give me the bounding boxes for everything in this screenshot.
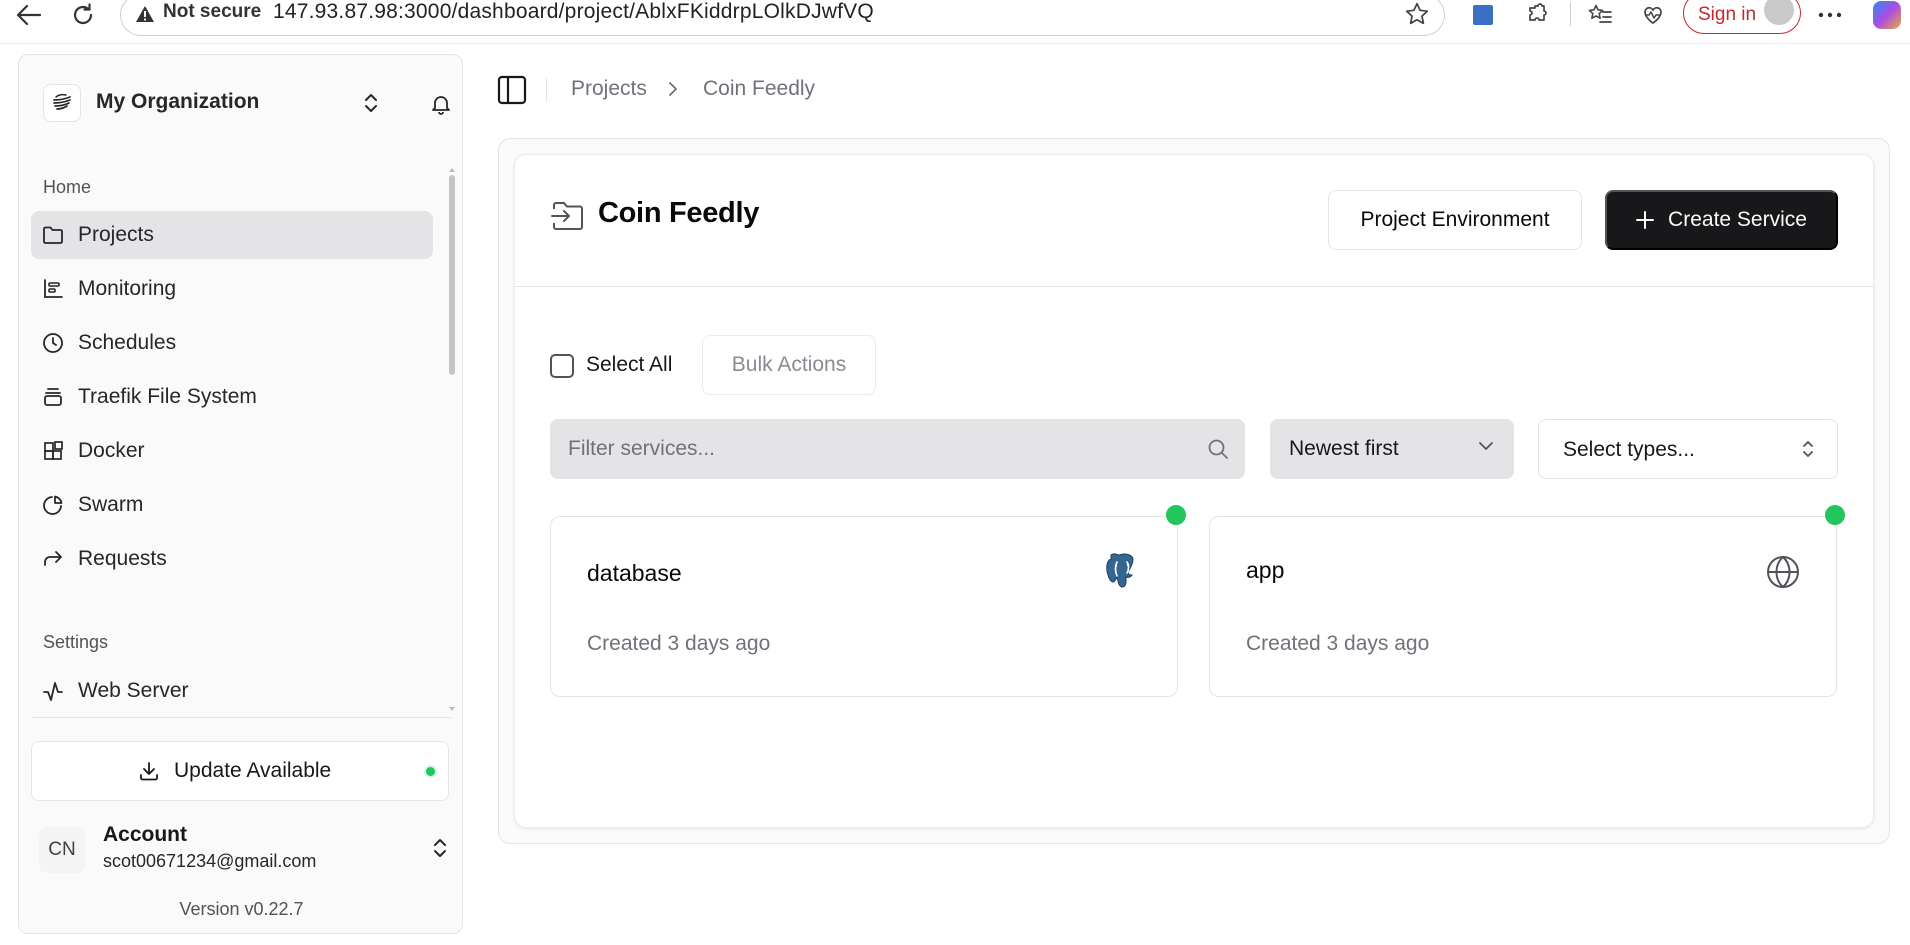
service-name: database (587, 560, 682, 586)
project-environment-button[interactable]: Project Environment (1328, 190, 1582, 250)
address-bar[interactable]: Not secure 147.93.87.98:3000/dashboard/p… (120, 0, 1445, 36)
refresh-icon[interactable] (70, 2, 96, 28)
blocks-icon (42, 440, 64, 462)
download-icon (138, 760, 160, 782)
folder-input-icon (551, 200, 587, 232)
pie-chart-icon (42, 494, 64, 516)
sidebar-item-label: Monitoring (78, 277, 177, 300)
select-all-checkbox[interactable] (550, 354, 574, 378)
sort-select-value: Newest first (1289, 437, 1399, 460)
bulk-actions-button[interactable]: Bulk Actions (702, 335, 876, 395)
warning-icon (135, 5, 155, 23)
account-name: Account (103, 823, 187, 846)
project-card (514, 154, 1874, 828)
not-secure-label[interactable]: Not secure (163, 1, 261, 23)
sidebar-item-label: Schedules (78, 331, 177, 354)
update-available-label: Update Available (174, 759, 332, 782)
clock-icon (42, 332, 64, 354)
sidebar-item-label: Swarm (78, 493, 144, 516)
service-name: app (1246, 557, 1285, 583)
filter-services-input[interactable] (568, 419, 1168, 479)
sidebar-item-requests[interactable]: Requests (31, 535, 433, 583)
bell-icon[interactable] (429, 92, 453, 116)
back-icon[interactable] (16, 2, 42, 28)
update-status-dot (424, 765, 437, 778)
sidebar-item-label: Requests (78, 547, 167, 570)
sign-in-button[interactable]: Sign in (1683, 0, 1801, 34)
organization-name: My Organization (96, 90, 260, 113)
sidebar-divider (31, 717, 451, 718)
sidebar-item-swarm[interactable]: Swarm (31, 481, 433, 529)
service-types-select[interactable]: Select types... (1538, 419, 1838, 479)
chevrons-up-down-icon (1803, 441, 1813, 457)
postgres-icon (1103, 553, 1141, 591)
plus-icon (1636, 211, 1655, 229)
sort-select[interactable]: Newest first (1270, 419, 1514, 479)
sidebar-item-monitoring[interactable]: Monitoring (31, 265, 433, 313)
health-heart-icon[interactable] (1638, 0, 1668, 30)
service-status-dot (1825, 505, 1845, 525)
breadcrumb-projects-link[interactable]: Projects (571, 77, 647, 101)
profile-avatar-icon (1764, 0, 1794, 25)
search-icon (1207, 438, 1229, 460)
sidebar-item-projects[interactable]: Projects (31, 211, 433, 259)
sidebar-item-schedules[interactable]: Schedules (31, 319, 433, 367)
chevron-right-icon (668, 82, 678, 96)
chevron-down-icon (1479, 442, 1493, 450)
service-types-placeholder: Select types... (1563, 438, 1695, 461)
layers-icon (42, 386, 64, 408)
forward-arrow-icon (42, 548, 64, 570)
scrollbar-thumb[interactable] (449, 175, 455, 375)
filter-services-field[interactable] (550, 419, 1245, 479)
account-email: scot00671234@gmail.com (103, 851, 317, 871)
project-title: Coin Feedly (598, 197, 760, 229)
sidebar-item-web-server[interactable]: Web Server (31, 667, 433, 715)
create-service-button[interactable]: Create Service (1605, 190, 1838, 250)
breadcrumb-current: Coin Feedly (703, 77, 816, 100)
sidebar-item-traefik-file-system[interactable]: Traefik File System (31, 373, 433, 421)
service-card-database[interactable]: database Created 3 days ago (550, 505, 1186, 697)
organization-logo-icon (43, 84, 81, 122)
service-created: Created 3 days ago (587, 632, 771, 655)
home-section-label: Home (43, 177, 92, 197)
sidebar-item-label: Web Server (78, 679, 189, 702)
copilot-icon[interactable] (1872, 0, 1902, 30)
header-divider (514, 286, 1874, 287)
sidebar-item-docker[interactable]: Docker (31, 427, 433, 475)
select-all-label[interactable]: Select All (586, 353, 672, 377)
breadcrumb-separator-line (546, 78, 547, 102)
account-menu[interactable]: CN Account scot00671234@gmail.com (39, 823, 446, 879)
chevrons-up-down-icon[interactable] (432, 837, 448, 859)
puzzle-icon[interactable] (1523, 0, 1553, 30)
avatar: CN (39, 827, 85, 873)
settings-section-label: Settings (43, 632, 109, 652)
more-options-icon[interactable] (1815, 0, 1845, 30)
sidebar: My Organization Home Projects Monitoring… (18, 54, 463, 934)
sidebar-item-label: Traefik File System (78, 385, 257, 408)
version-label: Version v0.22.7 (179, 899, 304, 919)
update-available-button[interactable]: Update Available (31, 741, 449, 801)
toolbar-divider (1570, 2, 1571, 26)
activity-icon (42, 680, 64, 702)
sign-in-label: Sign in (1698, 4, 1757, 25)
url-text[interactable]: 147.93.87.98:3000/dashboard/project/Ablx… (273, 0, 874, 24)
create-service-label: Create Service (1668, 208, 1807, 231)
extension-square-icon[interactable] (1468, 0, 1498, 30)
service-card-app[interactable]: app Created 3 days ago (1209, 505, 1845, 697)
sidebar-item-label: Docker (78, 439, 145, 462)
sidebar-toggle-icon[interactable] (497, 75, 527, 105)
sidebar-item-label: Projects (78, 223, 154, 246)
chart-icon (42, 278, 64, 300)
favorite-star-icon[interactable] (1404, 1, 1430, 27)
service-status-dot (1166, 505, 1186, 525)
sidebar-scrollbar[interactable] (448, 167, 456, 712)
favorites-icon[interactable] (1585, 0, 1615, 30)
browser-toolbar: Not secure 147.93.87.98:3000/dashboard/p… (0, 0, 1910, 44)
folder-icon (42, 224, 64, 246)
service-created: Created 3 days ago (1246, 632, 1430, 655)
chevrons-up-down-icon[interactable] (363, 92, 379, 114)
organization-switcher[interactable]: My Organization (43, 84, 450, 132)
globe-icon (1766, 555, 1800, 589)
